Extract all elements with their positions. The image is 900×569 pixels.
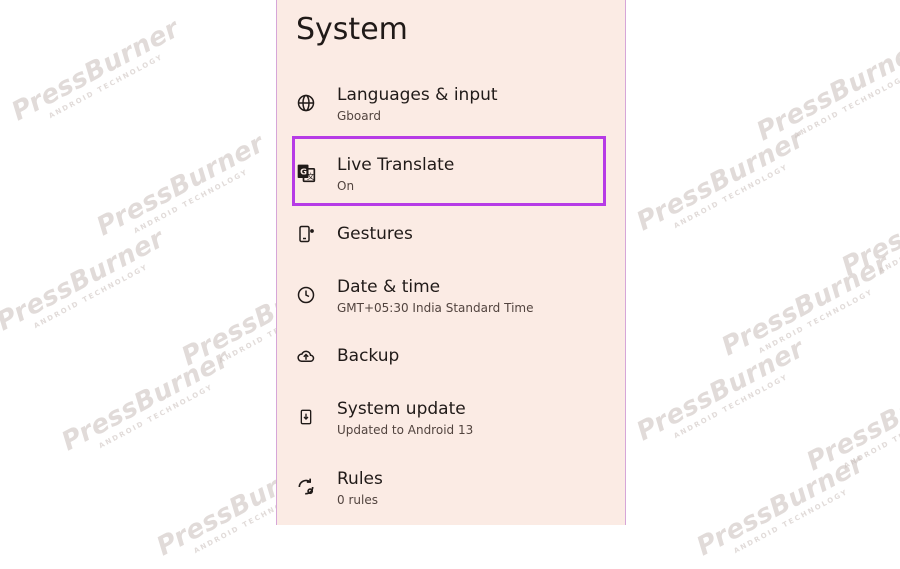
setting-system-update[interactable]: System update Updated to Android 13 [277, 394, 625, 450]
watermark: PressBurnerANDROID TECHNOLOGY [716, 248, 895, 363]
watermark: PressBurnerANDROID TECHNOLOGY [801, 363, 900, 478]
cloud-upload-icon [295, 345, 317, 367]
highlight-box [292, 136, 606, 206]
watermark: PressBurnerANDROID TECHNOLOGY [6, 13, 185, 128]
watermark: PressBurnerANDROID TECHNOLOGY [631, 333, 810, 448]
watermark: PressBurnerANDROID TECHNOLOGY [631, 123, 810, 238]
setting-title: System update [337, 399, 466, 419]
setting-rules[interactable]: Rules 0 rules [277, 464, 625, 520]
watermark: PressBurnerANDROID TECHNOLOGY [91, 128, 270, 243]
setting-title: Backup [337, 346, 400, 366]
setting-title: Date & time [337, 277, 441, 297]
globe-icon [295, 92, 317, 114]
watermark: PressBurnerANDROID TECHNOLOGY [56, 343, 235, 458]
setting-subtitle: GMT+05:30 India Standard Time [337, 301, 534, 315]
rules-icon [295, 476, 317, 498]
page-title: System [296, 12, 408, 47]
watermark: PressBurnerANDROID TECHNOLOGY [751, 33, 900, 148]
setting-gestures[interactable]: Gestures [277, 212, 625, 268]
setting-backup[interactable]: Backup [277, 334, 625, 390]
setting-subtitle: Gboard [337, 109, 381, 123]
watermark: PressBurnerANDROID TECHNOLOGY [836, 168, 900, 283]
setting-languages-input[interactable]: Languages & input Gboard [277, 80, 625, 136]
settings-screen: System Languages & input Gboard G 文 Live… [276, 0, 626, 525]
setting-subtitle: Updated to Android 13 [337, 423, 474, 437]
setting-title: Gestures [337, 224, 413, 244]
setting-subtitle: 0 rules [337, 493, 378, 507]
setting-title: Rules [337, 469, 383, 489]
watermark: PressBurnerANDROID TECHNOLOGY [0, 223, 170, 338]
setting-date-time[interactable]: Date & time GMT+05:30 India Standard Tim… [277, 272, 625, 328]
clock-icon [295, 284, 317, 306]
system-update-icon [295, 406, 317, 428]
setting-title: Languages & input [337, 85, 498, 105]
watermark: PressBurnerANDROID TECHNOLOGY [691, 448, 870, 563]
gestures-phone-icon [295, 223, 317, 245]
